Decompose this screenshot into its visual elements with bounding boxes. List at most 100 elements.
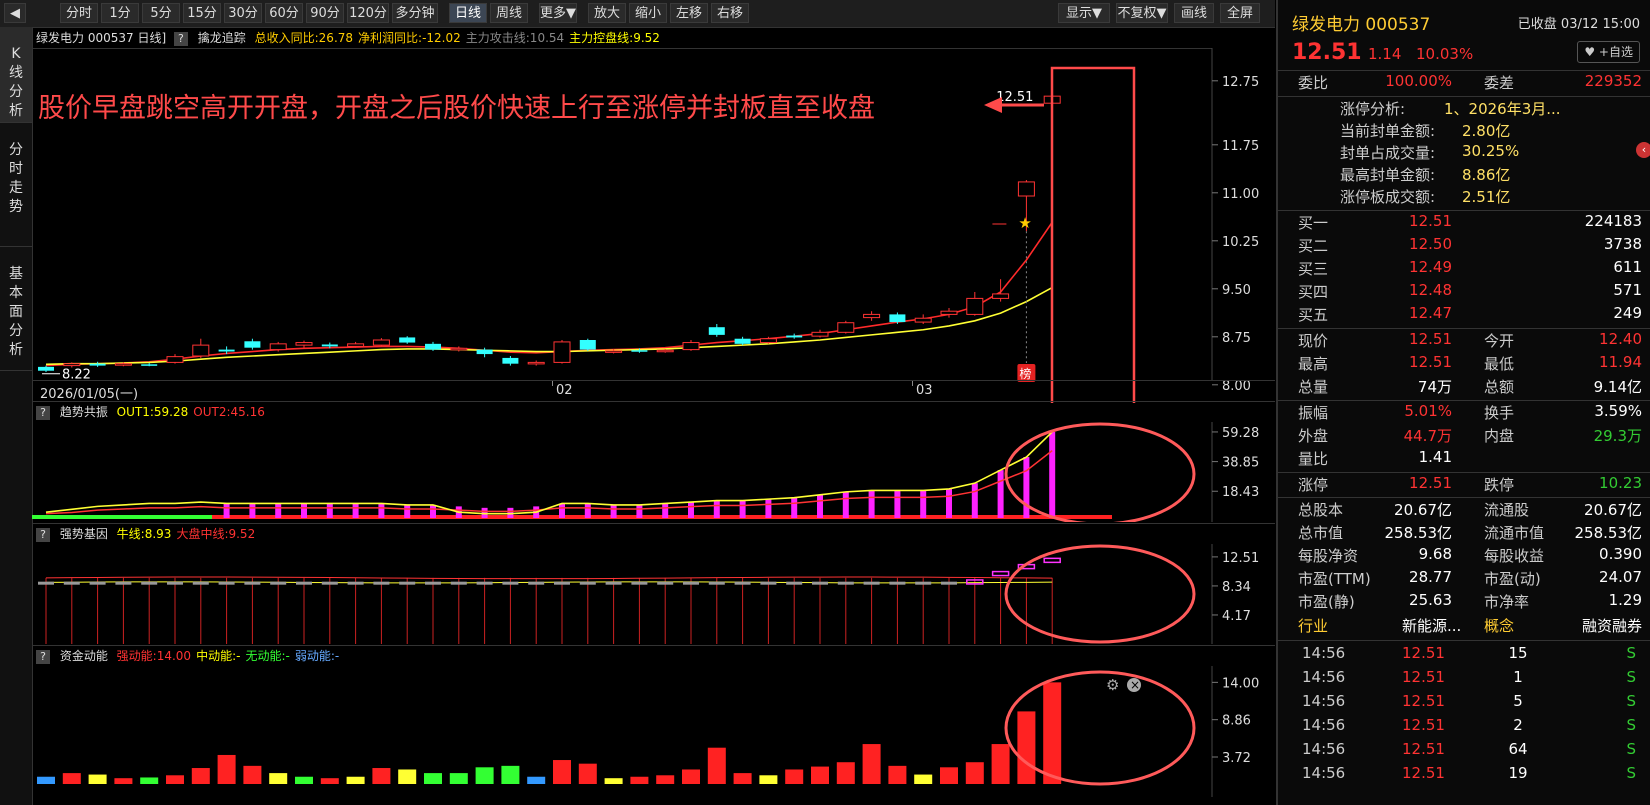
current-price: 12.51 xyxy=(1292,40,1362,65)
y-tick-label: 10.25 xyxy=(1222,235,1259,250)
help-icon[interactable]: ? xyxy=(173,31,188,46)
bar xyxy=(604,778,623,784)
quote-panel: 绿发电力 000537 已收盘 03/12 15:00 12.51 1.14 1… xyxy=(1276,0,1650,805)
toolbar-right-button-3[interactable]: 全屏 xyxy=(1220,3,1260,23)
period-button-15[interactable]: 右移 xyxy=(711,3,749,23)
period-button-12[interactable]: 放大 xyxy=(588,3,626,23)
candle xyxy=(166,354,184,364)
buy-order-row: 买二 12.50 3738 xyxy=(1298,235,1642,255)
indicator-value: 无动能:- xyxy=(245,649,290,663)
period-button-9[interactable]: 日线 xyxy=(449,3,487,23)
bar xyxy=(243,765,262,784)
bar xyxy=(759,775,778,784)
fundamental-row: 总股本 20.67亿 流通股 20.67亿 xyxy=(1298,501,1642,519)
bar xyxy=(920,490,927,518)
candle xyxy=(295,340,313,348)
candle xyxy=(347,341,365,348)
bar xyxy=(817,494,823,518)
bar xyxy=(914,774,933,784)
y-tick-label: 8.75 xyxy=(1222,331,1251,346)
left-tab-2[interactable]: 基本面分析 xyxy=(0,247,32,371)
bar xyxy=(430,504,436,518)
period-button-10[interactable]: 周线 xyxy=(490,3,528,23)
period-button-4[interactable]: 30分 xyxy=(224,3,262,23)
period-button-11[interactable]: 更多▼ xyxy=(539,3,577,23)
candle xyxy=(708,324,725,337)
help-icon[interactable]: ? xyxy=(36,405,50,420)
y-tick-label: 14.00 xyxy=(1222,676,1259,691)
y-tick-label: 11.00 xyxy=(1222,187,1259,202)
collapse-side-icon[interactable]: ‹ xyxy=(1636,142,1650,158)
bar xyxy=(868,490,875,518)
candle xyxy=(450,346,468,352)
candle xyxy=(553,340,571,364)
toolbar: ◀ 分时 1分 5分 15分 30分 60分 90分 120分 多分钟 日线 周线 更多▼ 放大 缩小 左移右… xyxy=(0,0,1275,28)
limit-analysis-row: 涨停分析: 1、2026年3月... xyxy=(1340,100,1561,118)
bar xyxy=(941,581,957,585)
bar xyxy=(708,581,725,585)
period-button-3[interactable]: 15分 xyxy=(183,3,221,23)
bar xyxy=(656,775,675,784)
period-button-14[interactable]: 左移 xyxy=(670,3,708,23)
period-button-0[interactable]: 分时 xyxy=(60,3,98,23)
tick-row: 14:56 12.51 5 S xyxy=(1302,692,1636,710)
y-tick-label: 9.50 xyxy=(1222,283,1251,298)
bar xyxy=(295,776,313,784)
candle xyxy=(502,356,519,366)
period-button-2[interactable]: 5分 xyxy=(142,3,180,23)
bar xyxy=(352,503,359,518)
period-button-7[interactable]: 120分 xyxy=(347,3,389,23)
main-chart-infobar: 绿发电力 000537 日线] ? 擒龙追踪 总收入同比:26.78 净利润同比:… xyxy=(32,28,1275,48)
bar xyxy=(475,767,494,784)
panel1-name: 趋势共振 xyxy=(59,405,108,419)
bar xyxy=(636,504,643,518)
period-button-8[interactable]: 多分钟 xyxy=(392,3,438,23)
bar xyxy=(584,503,591,518)
period-button-1[interactable]: 1分 xyxy=(101,3,139,23)
y-tick-label: 12.51 xyxy=(1222,551,1259,566)
stock-title: 绿发电力 000537 日线] xyxy=(36,31,167,45)
add-favorite-button[interactable]: ♥ +自选 xyxy=(1577,41,1640,63)
candle xyxy=(372,338,390,347)
bar xyxy=(862,744,881,784)
bar xyxy=(915,581,932,585)
bar xyxy=(559,503,565,518)
y-tick-label: 59.28 xyxy=(1222,426,1259,441)
bar xyxy=(610,504,617,518)
period-button-5[interactable]: 60分 xyxy=(265,3,303,23)
bar xyxy=(786,581,803,585)
period-button-6[interactable]: 90分 xyxy=(306,3,344,23)
bar xyxy=(347,581,364,585)
bar xyxy=(218,581,235,585)
left-tab-1[interactable]: 分时走势 xyxy=(0,123,32,247)
collapse-button[interactable]: ◀ xyxy=(4,3,26,23)
period-button-13[interactable]: 缩小 xyxy=(629,3,667,23)
help-icon[interactable]: ? xyxy=(36,527,50,542)
weibi-row: 委比 100.00% 委差 229352 xyxy=(1298,72,1642,92)
tick-row: 14:56 12.51 15 S xyxy=(1302,644,1636,662)
toolbar-right-button-0[interactable]: 显示▼ xyxy=(1058,3,1110,23)
bar xyxy=(424,773,442,784)
indicator-value: 中动能:- xyxy=(196,649,241,663)
indicator-value: 大盘中线:9.52 xyxy=(176,527,256,541)
bar xyxy=(217,754,236,784)
bar xyxy=(249,503,256,518)
y-tick-label: 8.34 xyxy=(1222,580,1251,595)
bar xyxy=(631,581,648,585)
toolbar-right-button-1[interactable]: 不复权▼ xyxy=(1116,3,1168,23)
bar xyxy=(244,581,261,585)
fundamental-row: 市盈(静) 25.63 市净率 1.29 xyxy=(1298,591,1642,611)
price-change: 1.14 xyxy=(1368,45,1402,63)
highlight-ellipse xyxy=(1004,422,1196,522)
toolbar-right-button-2[interactable]: 画线 xyxy=(1174,3,1214,23)
left-tab-0[interactable]: K线分析 xyxy=(0,27,32,123)
bar xyxy=(713,500,720,518)
gear-icon: ⚙ xyxy=(1106,676,1119,694)
candle xyxy=(914,314,932,324)
market-status: 已收盘 03/12 15:00 xyxy=(1517,17,1640,32)
fundamental-row: 市盈(TTM) 28.77 市盈(动) 24.07 xyxy=(1298,568,1642,588)
bar xyxy=(1023,457,1030,518)
help-icon[interactable]: ? xyxy=(36,649,50,664)
bar xyxy=(140,777,159,784)
svg-text:榜: 榜 xyxy=(1019,366,1031,381)
